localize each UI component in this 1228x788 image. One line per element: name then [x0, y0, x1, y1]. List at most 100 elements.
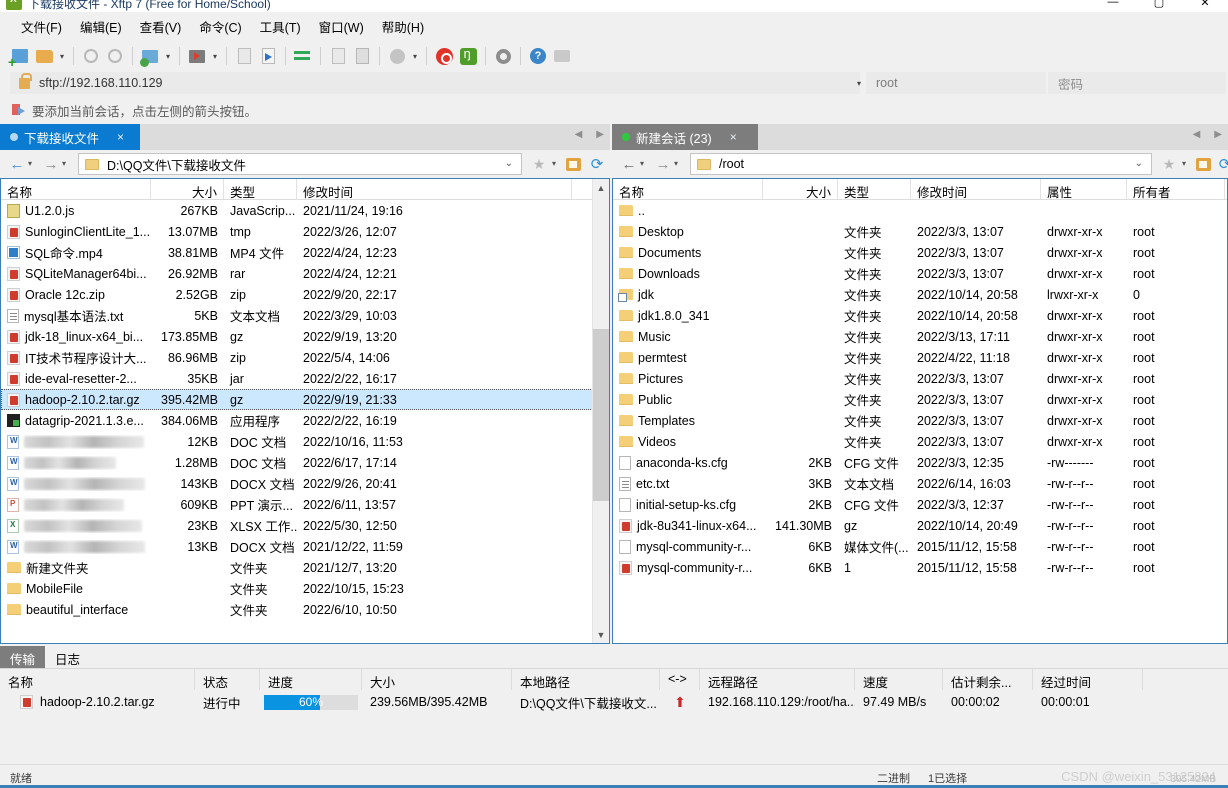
tab-scroll-left-icon[interactable]: ◀: [1193, 129, 1201, 140]
local-scroll-up-icon[interactable]: ▲: [593, 179, 609, 196]
folder-properties-caret-icon[interactable]: ▾: [162, 44, 174, 68]
table-row[interactable]: datagrip-2021.1.3.e... 384.06MB 应用程序 2022/2…: [1, 410, 609, 431]
remote-back-button[interactable]: ←: [620, 155, 638, 173]
xfer-col-local[interactable]: 本地路径: [512, 669, 660, 690]
table-row[interactable]: jdk-18_linux-x64_bi... 173.85MB gz 2022/9/1…: [1, 326, 609, 347]
xfer-col-eta[interactable]: 估计剩余...: [943, 669, 1033, 690]
remote-back-caret-icon[interactable]: ▾: [640, 159, 644, 168]
tab-scroll-right-icon[interactable]: ▶: [1214, 129, 1222, 140]
tab-log[interactable]: 日志: [45, 646, 90, 668]
tab-scroll-left-icon[interactable]: ◀: [575, 129, 583, 140]
paste-icon[interactable]: [326, 44, 350, 68]
remote-col-mtime[interactable]: 修改时间: [911, 179, 1041, 199]
remote-col-attr[interactable]: 属性: [1041, 179, 1127, 199]
table-row[interactable]: Public 文件夹 2022/3/3, 13:07 drwxr-xr-x root: [613, 389, 1227, 410]
menu-window[interactable]: 窗口(W): [310, 13, 373, 40]
remote-col-name[interactable]: 名称: [613, 179, 763, 199]
remote-forward-caret-icon[interactable]: ▾: [674, 159, 678, 168]
run-icon[interactable]: [185, 44, 209, 68]
table-row[interactable]: jdk 文件夹 2022/10/14, 20:58 lrwxr-xr-x 0: [613, 284, 1227, 305]
local-refresh-button[interactable]: ⟳: [588, 155, 606, 173]
remote-col-owner[interactable]: 所有者: [1127, 179, 1225, 199]
open-folder-icon[interactable]: [32, 44, 56, 68]
table-row[interactable]: SQLiteManager64bi... 26.92MB rar 2022/4/24,…: [1, 263, 609, 284]
remote-col-type[interactable]: 类型: [838, 179, 911, 199]
table-row[interactable]: 12KB DOC 文档 2022/10/16, 11:53: [1, 431, 609, 452]
menu-tools[interactable]: 工具(T): [251, 13, 310, 40]
local-favorites-caret-icon[interactable]: ▾: [552, 159, 556, 168]
disconnect-icon[interactable]: [79, 44, 103, 68]
table-row[interactable]: initial-setup-ks.cfg 2KB CFG 文件 2022/3/3, 1…: [613, 494, 1227, 515]
table-row[interactable]: ..: [613, 200, 1227, 221]
tab-close-icon[interactable]: ×: [117, 130, 124, 144]
local-col-size[interactable]: 大小: [151, 179, 224, 199]
xfer-col-size[interactable]: 大小: [362, 669, 512, 690]
xfer-col-speed[interactable]: 速度: [855, 669, 943, 690]
xshell-icon[interactable]: [432, 44, 456, 68]
transfer-left-icon[interactable]: [232, 44, 256, 68]
table-row[interactable]: mysql-community-r... 6KB 1 2015/11/12, 15:5…: [613, 557, 1227, 578]
remote-path-chevron-icon[interactable]: ⌄: [1135, 158, 1143, 169]
remote-col-size[interactable]: 大小: [763, 179, 838, 199]
local-scroll-down-icon[interactable]: ▼: [593, 626, 609, 643]
local-favorites-button[interactable]: ★: [530, 155, 548, 173]
folder-properties-icon[interactable]: [138, 44, 162, 68]
xfer-col-progress[interactable]: 进度: [260, 669, 362, 690]
xftp-icon[interactable]: [456, 44, 480, 68]
minimize-button[interactable]: —: [1090, 0, 1136, 12]
menu-command[interactable]: 命令(C): [190, 13, 250, 40]
table-row[interactable]: beautiful_interface 文件夹 2022/6/10, 10:50: [1, 599, 609, 620]
table-row[interactable]: jdk-8u341-linux-x64... 141.30MB gz 2022/10/…: [613, 515, 1227, 536]
menu-view[interactable]: 查看(V): [131, 13, 191, 40]
tab-local-session[interactable]: 下载接收文件 ×: [0, 124, 140, 150]
table-row[interactable]: Downloads 文件夹 2022/3/3, 13:07 drwxr-xr-x roo…: [613, 263, 1227, 284]
remote-favorites-caret-icon[interactable]: ▾: [1182, 159, 1186, 168]
local-forward-caret-icon[interactable]: ▾: [62, 159, 66, 168]
local-col-type[interactable]: 类型: [224, 179, 297, 199]
transfer-right-icon[interactable]: [256, 44, 280, 68]
local-col-mtime[interactable]: 修改时间: [297, 179, 572, 199]
open-folder-caret-icon[interactable]: ▾: [56, 44, 68, 68]
transfer-row[interactable]: hadoop-2.10.2.tar.gz 进行中 60% 239.56MB/39…: [0, 690, 1228, 714]
table-row[interactable]: 23KB XLSX 工作... 2022/5/30, 12:50: [1, 515, 609, 536]
local-col-name[interactable]: 名称: [1, 179, 151, 199]
status-caret-icon[interactable]: ▾: [409, 44, 421, 68]
local-forward-button[interactable]: →: [42, 155, 60, 173]
table-row[interactable]: anaconda-ks.cfg 2KB CFG 文件 2022/3/3, 12:35 -…: [613, 452, 1227, 473]
run-caret-icon[interactable]: ▾: [209, 44, 221, 68]
local-back-button[interactable]: ←: [8, 155, 26, 173]
help-icon[interactable]: ?: [526, 44, 550, 68]
table-row[interactable]: SQL命令.mp4 38.81MB MP4 文件 2022/4/24, 12:23: [1, 242, 609, 263]
table-row[interactable]: Documents 文件夹 2022/3/3, 13:07 drwxr-xr-x roo…: [613, 242, 1227, 263]
xfer-col-elapsed[interactable]: 经过时间: [1033, 669, 1143, 690]
table-row[interactable]: mysql基本语法.txt 5KB 文本文档 2022/3/29, 10:03: [1, 305, 609, 326]
table-row[interactable]: U1.2.0.js 267KB JavaScrip... 2021/11/24, 19…: [1, 200, 609, 221]
table-row[interactable]: etc.txt 3KB 文本文档 2022/6/14, 16:03 -rw-r--r--…: [613, 473, 1227, 494]
table-row[interactable]: IT技术节程序设计大... 86.96MB zip 2022/5/4, 14:06: [1, 347, 609, 368]
table-row[interactable]: MobileFile 文件夹 2022/10/15, 15:23: [1, 578, 609, 599]
xfer-col-status[interactable]: 状态: [195, 669, 260, 690]
remote-favorites-button[interactable]: ★: [1160, 155, 1178, 173]
local-vscrollbar[interactable]: ▲ ▼: [592, 179, 609, 643]
table-row[interactable]: 13KB DOCX 文档 2021/12/22, 11:59: [1, 536, 609, 557]
local-path-chevron-icon[interactable]: ⌄: [505, 158, 513, 169]
table-row[interactable]: Oracle 12c.zip 2.52GB zip 2022/9/20, 22:17: [1, 284, 609, 305]
table-row[interactable]: Templates 文件夹 2022/3/3, 13:07 drwxr-xr-x roo…: [613, 410, 1227, 431]
table-row[interactable]: Videos 文件夹 2022/3/3, 13:07 drwxr-xr-x root: [613, 431, 1227, 452]
menu-file[interactable]: 文件(F): [12, 13, 71, 40]
table-row[interactable]: hadoop-2.10.2.tar.gz 395.42MB gz 2022/9/19,…: [1, 389, 609, 410]
close-button[interactable]: ✕: [1182, 0, 1228, 12]
username-input[interactable]: root: [866, 72, 1046, 94]
password-input[interactable]: 密码: [1048, 72, 1226, 94]
local-file-list[interactable]: 名称 大小 类型 修改时间 U1.2.0.js 267KB JavaScrip...…: [0, 178, 610, 644]
table-row[interactable]: Desktop 文件夹 2022/3/3, 13:07 drwxr-xr-x root: [613, 221, 1227, 242]
status-circle-icon[interactable]: [385, 44, 409, 68]
local-path-input[interactable]: D:\QQ文件\下载接收文件 ⌄: [78, 153, 522, 175]
tab-remote-session[interactable]: 新建会话 (23) ×: [612, 124, 758, 150]
remote-path-input[interactable]: /root ⌄: [690, 153, 1152, 175]
xfer-col-remote[interactable]: 远程路径: [700, 669, 855, 690]
address-dropdown-caret-icon[interactable]: ▾: [857, 79, 861, 88]
table-row[interactable]: Pictures 文件夹 2022/3/3, 13:07 drwxr-xr-x root: [613, 368, 1227, 389]
table-row[interactable]: 新建文件夹 文件夹 2021/12/7, 13:20: [1, 557, 609, 578]
local-back-caret-icon[interactable]: ▾: [28, 159, 32, 168]
